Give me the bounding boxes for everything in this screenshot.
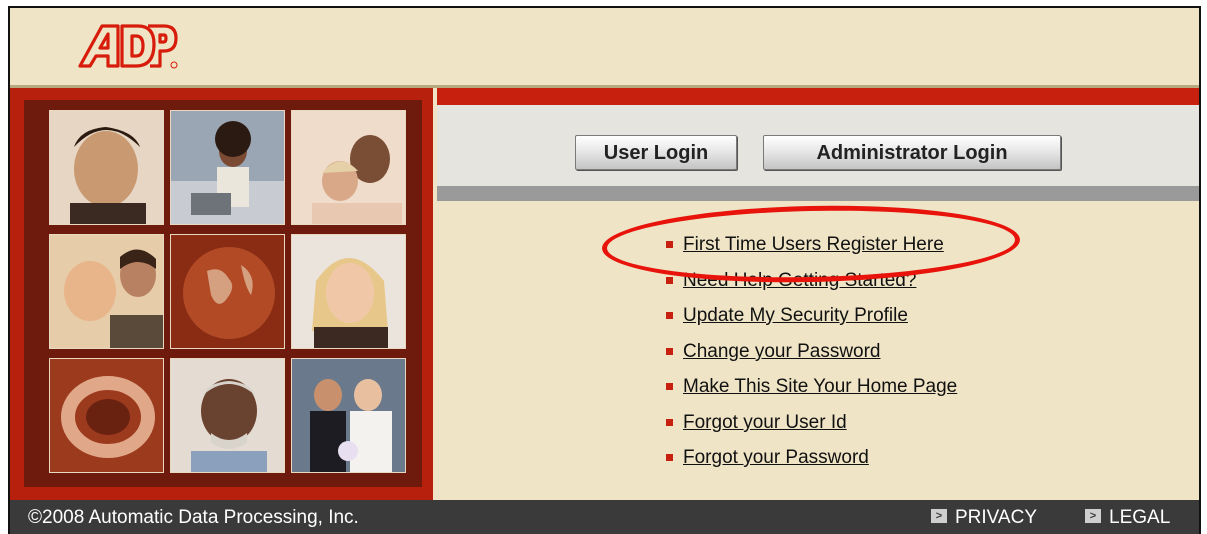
woman-at-laptop-photo — [170, 110, 285, 225]
legal-label: LEGAL — [1109, 507, 1171, 528]
older-man-photo — [170, 358, 285, 473]
change-password-link[interactable]: Change your Password — [683, 341, 881, 362]
bullet-icon — [666, 277, 673, 285]
list-item: Make This Site Your Home Page — [666, 376, 957, 400]
list-item: Forgot your Password — [666, 447, 869, 471]
man-portrait-photo — [49, 110, 164, 225]
legal-link[interactable]: > LEGAL — [1085, 507, 1170, 529]
list-item: Forgot your User Id — [666, 412, 847, 436]
separator-bar — [437, 186, 1199, 201]
copyright-text: ©2008 Automatic Data Processing, Inc. — [28, 507, 359, 528]
list-item: Change your Password — [666, 341, 881, 365]
login-band: User Login Administrator Login — [437, 105, 1199, 186]
bullet-icon — [666, 348, 673, 356]
globe-photo — [170, 234, 285, 349]
forgot-password-link[interactable]: Forgot your Password — [683, 447, 869, 468]
ring-object-photo — [49, 358, 164, 473]
header — [10, 8, 1199, 88]
bullet-icon — [666, 383, 673, 391]
bullet-icon — [666, 454, 673, 462]
privacy-label: PRIVACY — [955, 507, 1038, 528]
page-frame: User Login Administrator Login First Tim… — [8, 6, 1201, 534]
administrator-login-button[interactable]: Administrator Login — [763, 135, 1061, 170]
forgot-user-id-link[interactable]: Forgot your User Id — [683, 412, 847, 433]
bullet-icon — [666, 419, 673, 427]
adp-logo[interactable] — [76, 20, 180, 72]
photo-panel — [10, 88, 433, 500]
smiling-woman-photo — [291, 234, 406, 349]
father-baby-photo — [49, 234, 164, 349]
couple-photo — [291, 110, 406, 225]
arrow-right-icon: > — [931, 508, 947, 523]
list-item: Update My Security Profile — [666, 305, 908, 329]
bullet-icon — [666, 312, 673, 320]
top-red-bar — [437, 88, 1199, 105]
home-page-link[interactable]: Make This Site Your Home Page — [683, 376, 957, 397]
security-profile-link[interactable]: Update My Security Profile — [683, 305, 908, 326]
arrow-right-icon: > — [1085, 508, 1101, 523]
footer: ©2008 Automatic Data Processing, Inc. > P… — [10, 500, 1199, 534]
wedding-couple-photo — [291, 358, 406, 473]
user-login-button[interactable]: User Login — [575, 135, 737, 170]
privacy-link[interactable]: > PRIVACY — [931, 507, 1037, 529]
photo-grid — [24, 100, 422, 487]
